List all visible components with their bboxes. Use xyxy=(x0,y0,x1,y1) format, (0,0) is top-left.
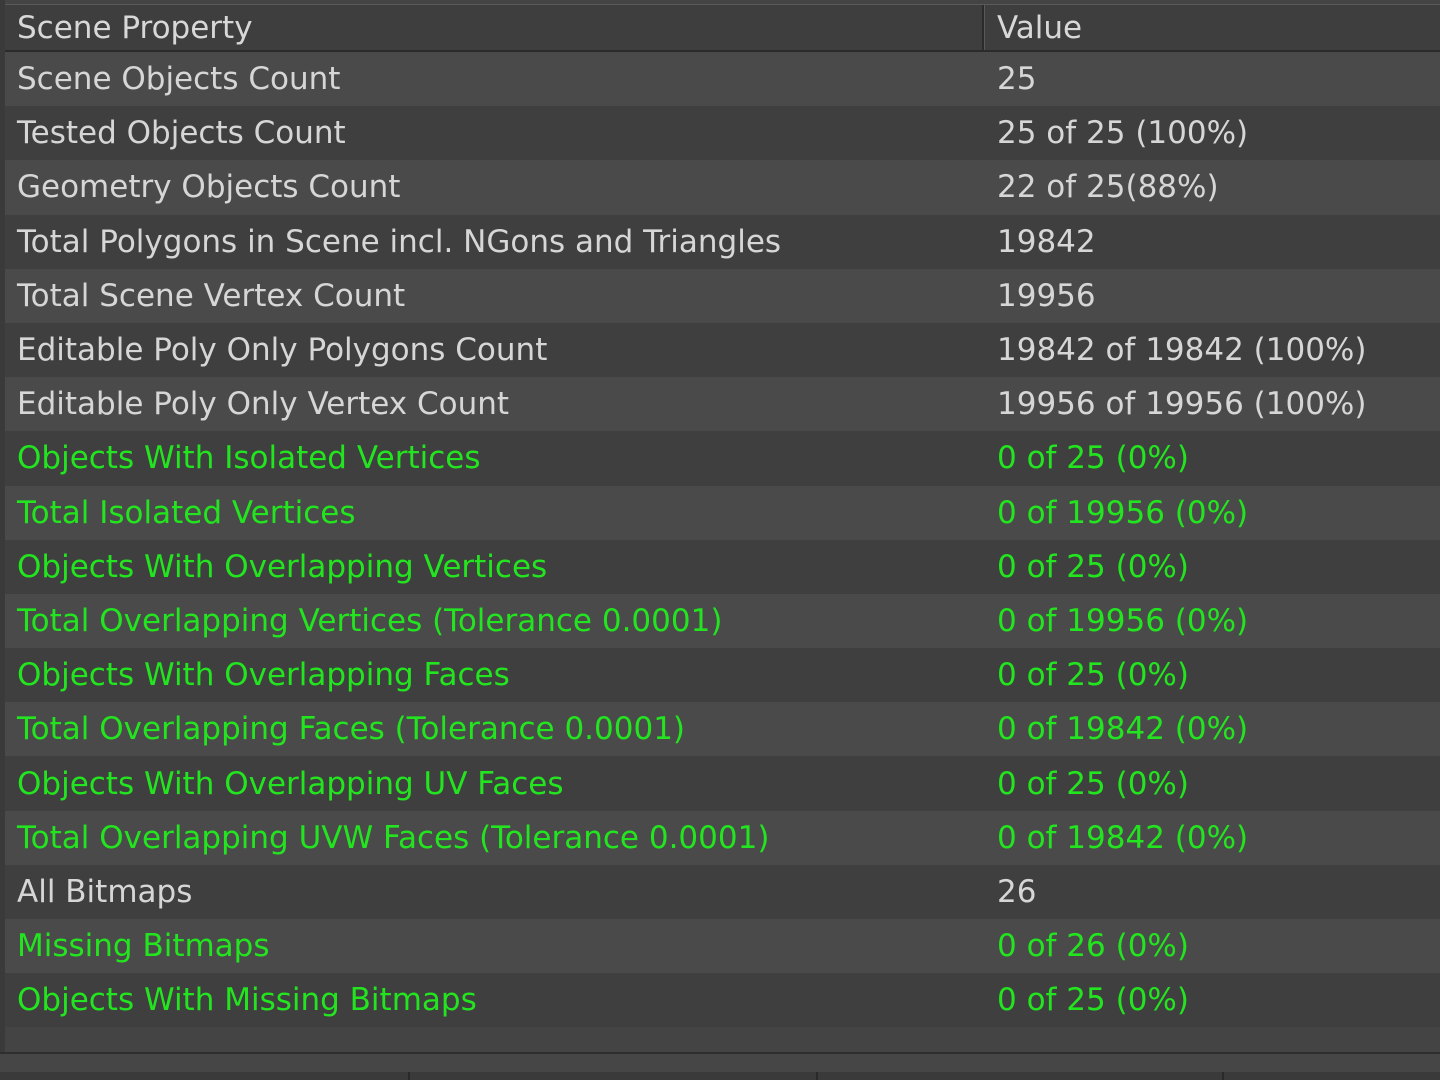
table-row[interactable]: Objects With Missing Bitmaps 0 of 25 (0%) xyxy=(5,973,1440,1028)
row-property-label: Editable Poly Only Vertex Count xyxy=(17,386,510,423)
row-property-label: Scene Objects Count xyxy=(17,61,341,98)
table-row[interactable]: Objects With Overlapping Vertices 0 of 25… xyxy=(5,539,1440,594)
row-property-label: Total Polygons in Scene incl. NGons and … xyxy=(17,223,782,260)
row-value: 0 of 25 (0%) xyxy=(997,440,1189,477)
table-header: Scene Property Value xyxy=(5,4,1440,52)
row-property-label: Tested Objects Count xyxy=(17,115,346,152)
table-row[interactable]: Scene Objects Count 25 xyxy=(5,52,1440,107)
table-row[interactable]: Editable Poly Only Polygons Count 19842 o… xyxy=(5,322,1440,378)
table-row[interactable]: Total Overlapping UVW Faces (Tolerance 0… xyxy=(5,810,1440,865)
table-body: Scene Objects Count 25 Tested Objects Coun… xyxy=(5,52,1440,1028)
table-row[interactable]: Total Polygons in Scene incl. NGons and … xyxy=(5,214,1440,269)
row-value: 0 of 19956 (0%) xyxy=(997,494,1249,531)
bottom-divider xyxy=(1222,1072,1224,1080)
row-value: 0 of 25 (0%) xyxy=(997,982,1189,1019)
table-row[interactable]: Objects With Overlapping Faces 0 of 25 (0… xyxy=(5,648,1440,703)
row-value: 19842 xyxy=(997,223,1096,260)
scene-property-table: Scene Property Value Scene Objects Count… xyxy=(5,4,1440,1028)
row-value: 0 of 19956 (0%) xyxy=(997,602,1249,639)
bottom-scrollbar[interactable] xyxy=(0,1072,1440,1080)
row-value: 0 of 26 (0%) xyxy=(997,928,1189,965)
bottom-divider xyxy=(408,1072,410,1080)
table-row[interactable]: Objects With Isolated Vertices 0 of 25 (0… xyxy=(5,431,1440,486)
row-value: 19956 xyxy=(997,277,1096,314)
bottom-divider xyxy=(816,1072,818,1080)
row-value: 0 of 25 (0%) xyxy=(997,548,1189,585)
table-row[interactable]: Total Overlapping Faces (Tolerance 0.000… xyxy=(5,702,1440,757)
row-property-label: Total Isolated Vertices xyxy=(17,494,356,531)
row-value: 0 of 19842 (0%) xyxy=(997,711,1249,748)
row-property-label: Geometry Objects Count xyxy=(17,169,401,206)
row-property-label: Objects With Overlapping UV Faces xyxy=(17,765,564,802)
row-value: 0 of 19842 (0%) xyxy=(997,819,1249,856)
row-property-label: Total Overlapping Vertices (Tolerance 0.… xyxy=(17,602,723,639)
row-property-label: All Bitmaps xyxy=(17,873,193,910)
table-row[interactable]: All Bitmaps 26 xyxy=(5,864,1440,919)
row-property-label: Objects With Overlapping Vertices xyxy=(17,548,548,585)
table-row[interactable]: Objects With Overlapping UV Faces 0 of 25… xyxy=(5,756,1440,811)
table-row[interactable]: Total Scene Vertex Count 19956 xyxy=(5,268,1440,323)
column-header-value[interactable]: Value xyxy=(984,5,1440,50)
row-property-label: Total Overlapping UVW Faces (Tolerance 0… xyxy=(17,819,770,856)
row-value: 25 of 25 (100%) xyxy=(997,115,1249,152)
row-property-label: Editable Poly Only Polygons Count xyxy=(17,332,548,369)
table-row[interactable]: Tested Objects Count 25 of 25 (100%) xyxy=(5,106,1440,161)
row-value: 19956 of 19956 (100%) xyxy=(997,386,1367,423)
row-value: 19842 of 19842 (100%) xyxy=(997,332,1367,369)
table-row[interactable]: Total Overlapping Vertices (Tolerance 0.… xyxy=(5,593,1440,649)
row-property-label: Objects With Overlapping Faces xyxy=(17,657,510,694)
row-property-label: Total Overlapping Faces (Tolerance 0.000… xyxy=(17,711,686,748)
table-row[interactable]: Missing Bitmaps 0 of 26 (0%) xyxy=(5,919,1440,974)
row-value: 0 of 25 (0%) xyxy=(997,657,1189,694)
table-row[interactable]: Total Isolated Vertices 0 of 19956 (0%) xyxy=(5,485,1440,540)
row-value: 0 of 25 (0%) xyxy=(997,765,1189,802)
column-header-scene-property[interactable]: Scene Property xyxy=(5,5,984,50)
row-value: 26 xyxy=(997,873,1037,910)
table-row[interactable]: Editable Poly Only Vertex Count 19956 of … xyxy=(5,377,1440,432)
row-property-label: Total Scene Vertex Count xyxy=(17,277,406,314)
row-value: 22 of 25(88%) xyxy=(997,169,1219,206)
row-value: 25 xyxy=(997,61,1037,98)
scene-checker-panel: Scene Property Value Scene Objects Count… xyxy=(0,0,1440,1080)
table-row[interactable]: Geometry Objects Count 22 of 25(88%) xyxy=(5,160,1440,215)
row-property-label: Objects With Isolated Vertices xyxy=(17,440,481,477)
row-property-label: Objects With Missing Bitmaps xyxy=(17,982,477,1019)
row-property-label: Missing Bitmaps xyxy=(17,928,270,965)
